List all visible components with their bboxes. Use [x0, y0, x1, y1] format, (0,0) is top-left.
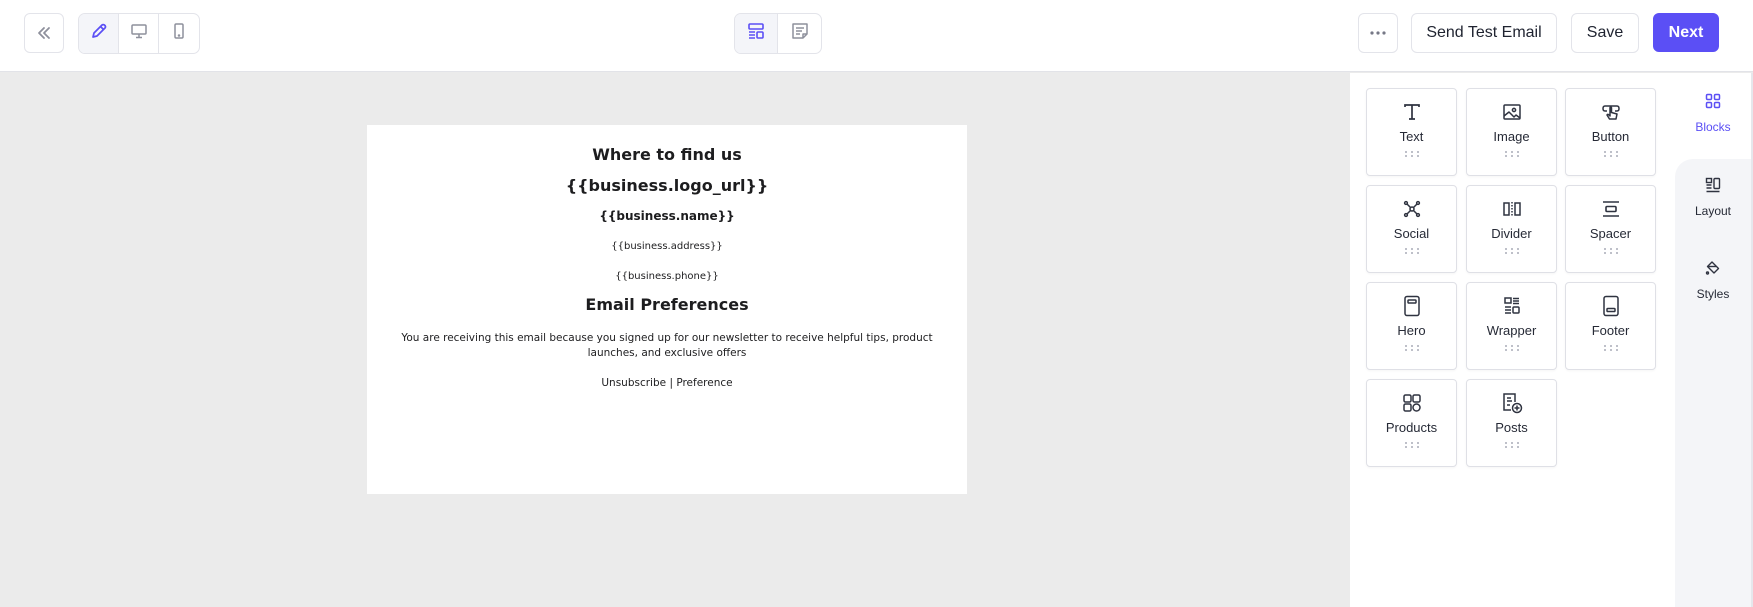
send-test-email-button[interactable]: Send Test Email — [1411, 13, 1557, 53]
products-grid-icon — [1402, 391, 1422, 415]
view-toggle-group — [734, 13, 822, 54]
hero-icon — [1402, 294, 1422, 318]
logo-url-placeholder: {{business.logo_url}} — [565, 176, 769, 195]
pencil-icon — [90, 22, 108, 45]
double-chevron-left-icon — [35, 24, 53, 42]
layout-columns-icon — [1705, 177, 1721, 198]
drag-handle-icon[interactable] — [1603, 345, 1618, 353]
monitor-icon — [130, 22, 148, 45]
save-button[interactable]: Save — [1571, 13, 1639, 53]
back-button[interactable] — [24, 13, 64, 53]
block-divider[interactable]: Divider — [1466, 185, 1557, 273]
code-editor-button[interactable] — [778, 14, 821, 53]
blocks-panel: Text Image Button Social Divider Spacer … — [1350, 73, 1675, 607]
block-image[interactable]: Image — [1466, 88, 1557, 176]
block-wrapper[interactable]: Wrapper — [1466, 282, 1557, 370]
block-products[interactable]: Products — [1366, 379, 1457, 467]
spacer-icon — [1601, 197, 1621, 221]
drag-handle-icon[interactable] — [1603, 248, 1618, 256]
top-toolbar: Send Test Email Save Next — [0, 0, 1753, 72]
block-label: Button — [1591, 129, 1630, 144]
block-label: Divider — [1491, 226, 1532, 241]
mobile-preview-button[interactable] — [159, 14, 199, 53]
block-button[interactable]: Button — [1565, 88, 1656, 176]
tab-styles[interactable]: Styles — [1675, 260, 1751, 320]
drag-handle-icon[interactable] — [1404, 345, 1419, 353]
block-label: Spacer — [1589, 226, 1632, 241]
email-preview[interactable]: Where to find us {{business.logo_url}} {… — [367, 125, 967, 494]
block-label: Social — [1393, 226, 1430, 241]
drag-handle-icon[interactable] — [1504, 442, 1519, 450]
preference-link[interactable]: Preference — [676, 377, 732, 389]
text-t-icon — [1402, 100, 1422, 124]
block-label: Footer — [1591, 323, 1630, 338]
link-separator: | — [669, 377, 673, 389]
wrapper-icon — [1502, 294, 1522, 318]
tab-label: Styles — [1696, 287, 1730, 301]
more-options-button[interactable] — [1358, 13, 1398, 53]
drag-handle-icon[interactable] — [1504, 151, 1519, 159]
where-to-find-us-heading: Where to find us — [592, 145, 742, 164]
block-social[interactable]: Social — [1366, 185, 1457, 273]
business-name-placeholder: {{business.name}} — [599, 209, 735, 223]
blocks-grid-icon — [1705, 93, 1721, 114]
next-button[interactable]: Next — [1653, 13, 1719, 52]
block-text[interactable]: Text — [1366, 88, 1457, 176]
block-hero[interactable]: Hero — [1366, 282, 1457, 370]
tab-label: Blocks — [1695, 120, 1731, 134]
drag-handle-icon[interactable] — [1404, 151, 1419, 159]
paint-bucket-icon — [1705, 260, 1721, 281]
mode-toggle-group — [78, 13, 200, 54]
block-spacer[interactable]: Spacer — [1565, 185, 1656, 273]
email-canvas: Where to find us {{business.logo_url}} {… — [0, 73, 1350, 607]
subscription-disclaimer: You are receiving this email because you… — [401, 332, 933, 359]
block-label: Hero — [1397, 323, 1426, 338]
social-network-icon — [1402, 197, 1422, 221]
divider-icon — [1502, 197, 1522, 221]
footer-icon — [1601, 294, 1621, 318]
block-label: Posts — [1495, 420, 1528, 435]
block-label: Text — [1399, 129, 1424, 144]
tab-layout[interactable]: Layout — [1675, 177, 1751, 237]
side-tab-bar: Blocks Layout Styles — [1675, 73, 1751, 607]
block-posts[interactable]: Posts — [1466, 379, 1557, 467]
smartphone-icon — [170, 22, 188, 45]
drag-handle-icon[interactable] — [1504, 345, 1519, 353]
tab-blocks[interactable]: Blocks — [1675, 93, 1751, 153]
unsubscribe-link[interactable]: Unsubscribe — [601, 377, 666, 389]
posts-add-icon — [1500, 391, 1524, 415]
drag-handle-icon[interactable] — [1404, 442, 1419, 450]
business-address-placeholder: {{business.address}} — [611, 241, 723, 252]
edit-mode-button[interactable] — [79, 14, 119, 53]
business-phone-placeholder: {{business.phone}} — [615, 271, 719, 282]
layout-icon — [747, 22, 765, 45]
email-preferences-heading: Email Preferences — [585, 295, 749, 314]
ellipsis-icon — [1369, 30, 1387, 36]
block-label: Products — [1385, 420, 1438, 435]
block-footer[interactable]: Footer — [1565, 282, 1656, 370]
button-click-icon — [1601, 100, 1621, 124]
drag-handle-icon[interactable] — [1603, 151, 1618, 159]
desktop-preview-button[interactable] — [119, 14, 159, 53]
block-label: Wrapper — [1486, 323, 1537, 338]
drag-handle-icon[interactable] — [1404, 248, 1419, 256]
note-icon — [790, 21, 810, 46]
block-label: Image — [1493, 129, 1530, 144]
visual-builder-button[interactable] — [735, 14, 778, 53]
footer-links: Unsubscribe | Preference — [367, 377, 967, 389]
image-icon — [1502, 100, 1522, 124]
tab-label: Layout — [1694, 204, 1732, 218]
drag-handle-icon[interactable] — [1504, 248, 1519, 256]
